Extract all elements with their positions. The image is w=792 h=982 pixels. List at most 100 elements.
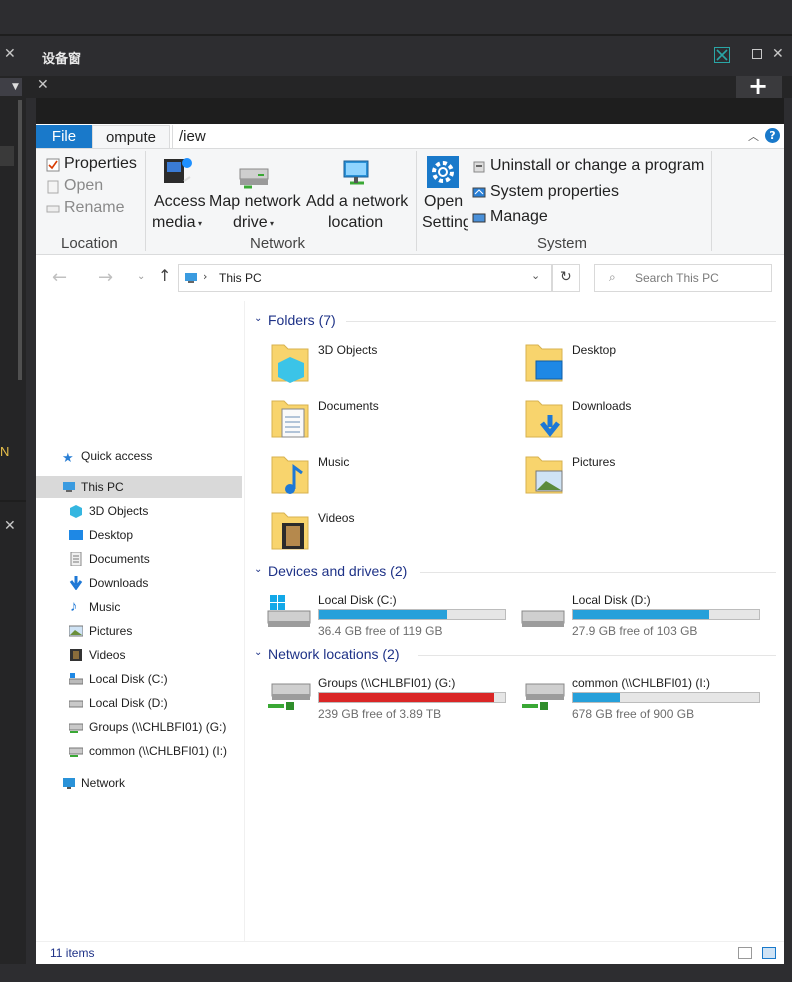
section-collapse-icon[interactable]: ⌄	[254, 313, 262, 324]
drive-common[interactable]: common (\\CHLBFI01) (I:) 678 GB free of …	[520, 672, 770, 722]
help-icon[interactable]: ?	[765, 128, 780, 143]
section-divider	[346, 321, 776, 322]
ribbon-separator	[145, 151, 146, 251]
pictures-folder-icon	[525, 456, 563, 494]
tab-close-icon[interactable]: ✕	[37, 77, 49, 93]
map-network-drive-button[interactable]: Map network drive ▾	[208, 151, 302, 235]
folder-desktop[interactable]: Desktop	[524, 337, 754, 387]
folder-3d-objects[interactable]: 3D Objects	[270, 337, 500, 387]
breadcrumb-this-pc[interactable]: This PC	[219, 271, 262, 285]
nav-item-label: common (\\CHLBFI01) (I:)	[89, 744, 228, 758]
folders-heading[interactable]: Folders (7)	[268, 312, 336, 328]
ribbon-separator	[711, 151, 712, 251]
folder-pictures[interactable]: Pictures	[524, 449, 754, 499]
add-network-location-button[interactable]: Add a network location	[304, 151, 410, 235]
back-arrow-icon[interactable]: ←	[52, 267, 67, 288]
star-icon: ★	[62, 450, 74, 465]
nav-videos[interactable]: Videos	[36, 644, 242, 666]
tab-computer[interactable]: ompute	[92, 125, 170, 148]
manage-label: Manage	[490, 208, 548, 225]
folder-downloads[interactable]: Downloads	[524, 393, 754, 443]
drive-usage-bar	[572, 692, 760, 703]
ribbon: Properties Open Rename Location Access m…	[36, 149, 784, 255]
left-panel-dropdown[interactable]: ▼	[0, 78, 22, 96]
folder-label: Downloads	[572, 399, 632, 413]
nav-this-pc-label: This PC	[81, 480, 124, 494]
open-settings-label-1: Open	[424, 193, 464, 210]
large-icons-view-icon[interactable]	[762, 947, 776, 959]
new-tab-button[interactable]: +	[736, 72, 782, 100]
nav-common-drive[interactable]: common (\\CHLBFI01) (I:)	[36, 740, 242, 762]
access-media-button[interactable]: Access media ▾	[148, 151, 208, 235]
nav-item-label: Documents	[89, 552, 150, 566]
open-settings-button[interactable]: Open Setting	[420, 151, 468, 235]
forward-arrow-icon[interactable]: →	[98, 267, 113, 288]
section-collapse-icon[interactable]: ⌄	[254, 647, 262, 658]
status-bar: 11 items	[36, 941, 784, 965]
address-dropdown-icon[interactable]: ⌄	[531, 269, 540, 282]
nav-quick-access[interactable]: ★ Quick access	[36, 445, 242, 467]
details-view-icon[interactable]	[738, 947, 752, 959]
drive-groups[interactable]: Groups (\\CHLBFI01) (G:) 239 GB free of …	[266, 672, 516, 722]
address-bar[interactable]: › This PC ⌄	[178, 264, 552, 292]
nav-groups-drive[interactable]: Groups (\\CHLBFI01) (G:)	[36, 716, 242, 738]
nav-3d-objects[interactable]: 3D Objects	[36, 500, 242, 522]
section-divider	[420, 572, 776, 573]
drive-label: Local Disk (C:)	[318, 593, 397, 607]
folder-videos[interactable]: Videos	[270, 505, 500, 555]
nav-local-disk-c[interactable]: Local Disk (C:)	[36, 668, 242, 690]
tools-icon[interactable]	[714, 47, 730, 63]
recent-locations-icon[interactable]: ⌄	[137, 271, 145, 282]
ribbon-tab-bar: File ompute /iew ︿ ?	[36, 124, 784, 149]
properties-icon	[46, 158, 60, 172]
search-icon: ⌕	[609, 270, 616, 284]
nav-item-label: Downloads	[89, 576, 149, 590]
add-location-label-2: location	[328, 214, 384, 231]
left-panel-selected-row	[0, 146, 14, 166]
nav-local-disk-d[interactable]: Local Disk (D:)	[36, 692, 242, 714]
left-panel-close-icon[interactable]: ✕	[4, 46, 16, 62]
properties-label: Properties	[64, 155, 137, 172]
3d-objects-folder-icon	[271, 344, 309, 383]
refresh-button[interactable]: ↻	[552, 264, 580, 292]
nav-downloads[interactable]: Downloads	[36, 572, 242, 594]
nav-network[interactable]: Network	[36, 772, 242, 794]
cube-icon	[70, 505, 82, 518]
nav-desktop[interactable]: Desktop	[36, 524, 242, 546]
network-location-icon	[343, 160, 369, 185]
drive-local-disk-d[interactable]: Local Disk (D:) 27.9 GB free of 103 GB	[520, 589, 770, 639]
folder-label: Desktop	[572, 343, 617, 357]
open-settings-label-2: Setting	[422, 214, 468, 231]
nav-pictures[interactable]: Pictures	[36, 620, 242, 642]
collapse-ribbon-icon[interactable]: ︿	[748, 128, 759, 144]
nav-music[interactable]: ♪ Music	[36, 596, 242, 618]
nav-item-label: Local Disk (C:)	[89, 672, 168, 686]
restore-icon[interactable]	[752, 49, 762, 59]
up-arrow-icon[interactable]: ↑	[158, 266, 171, 285]
nav-this-pc[interactable]: This PC	[36, 476, 242, 498]
section-collapse-icon[interactable]: ⌄	[254, 564, 262, 575]
left-panel-close-icon-2[interactable]: ✕	[4, 518, 16, 534]
content-pane: ⌄ Folders (7) 3D Objects Desktop Documen…	[246, 301, 784, 941]
network-locations-heading[interactable]: Network locations (2)	[268, 646, 400, 662]
tab-file[interactable]: File	[36, 125, 92, 148]
nav-network-label: Network	[81, 776, 126, 790]
tab-view[interactable]: /iew	[172, 125, 239, 148]
system-group-label: System	[537, 235, 588, 252]
folder-music[interactable]: Music	[270, 449, 500, 499]
dropdown-arrow-icon: ▾	[270, 219, 275, 228]
search-input[interactable]: ⌕ Search This PC	[594, 264, 772, 292]
window-close-icon[interactable]: ✕	[772, 46, 784, 62]
host-bottom-bar	[0, 964, 792, 982]
nav-item-label: Videos	[89, 648, 126, 662]
devices-heading[interactable]: Devices and drives (2)	[268, 563, 407, 579]
access-media-label-2: media	[152, 214, 196, 231]
folder-documents[interactable]: Documents	[270, 393, 500, 443]
left-panel-scrollbar[interactable]	[18, 100, 22, 380]
downloads-folder-icon	[525, 400, 563, 438]
manage-icon	[472, 213, 486, 223]
nav-documents[interactable]: Documents	[36, 548, 242, 570]
drive-local-disk-c[interactable]: Local Disk (C:) 36.4 GB free of 119 GB	[266, 589, 516, 639]
host-left-panel	[0, 36, 26, 982]
music-folder-icon	[271, 456, 309, 494]
